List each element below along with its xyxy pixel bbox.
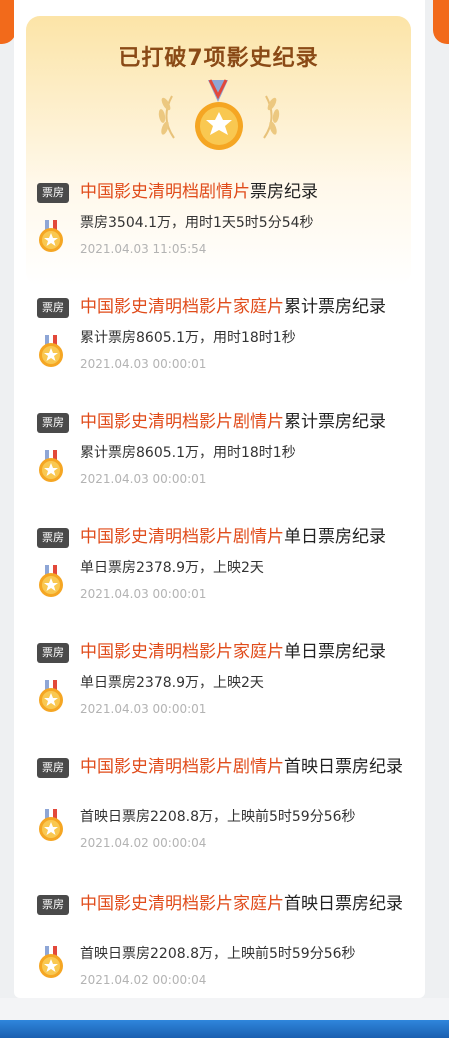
records-card: 已打破7项影史纪录 票房 中国影史清明档剧情片票房纪录 票房3504.1万，用时… [14,0,425,998]
record-time: 2021.04.02 00:00:04 [80,973,207,987]
record-detail: 首映日票房2208.8万，上映前5时59分56秒 [80,946,356,962]
record-time: 2021.04.03 00:00:01 [80,472,207,486]
box-office-tag: 票房 [37,895,69,915]
record-time: 2021.04.03 11:05:54 [80,242,207,256]
record-detail: 累计票房8605.1万，用时18时1秒 [80,330,296,346]
gold-medal-icon [38,809,64,843]
record-time: 2021.04.03 00:00:01 [80,702,207,716]
box-office-tag: 票房 [37,298,69,318]
record-title: 中国影史清明档影片家庭片单日票房纪录 [80,642,386,662]
record-detail: 票房3504.1万，用时1天5时5分54秒 [80,215,314,231]
box-office-tag: 票房 [37,528,69,548]
banner-title: 已打破7项影史纪录 [118,46,319,71]
box-office-tag: 票房 [37,413,69,433]
page-bottom-gap [0,998,449,1020]
record-title: 中国影史清明档影片家庭片首映日票房纪录 [80,894,403,914]
record-title: 中国影史清明档影片剧情片累计票房纪录 [80,412,386,432]
gold-medal-icon [38,946,64,980]
box-office-tag: 票房 [37,758,69,778]
record-title: 中国影史清明档影片家庭片累计票房纪录 [80,297,386,317]
gold-medal-icon [38,565,64,599]
gold-medal-icon [38,450,64,484]
taskbar-strip [0,1020,449,1038]
box-office-tag: 票房 [37,643,69,663]
gold-medal-icon [38,680,64,714]
record-detail: 累计票房8605.1万，用时18时1秒 [80,445,296,461]
header-accent-right [433,0,449,44]
box-office-tag: 票房 [37,183,69,203]
record-detail: 单日票房2378.9万，上映2天 [80,560,264,576]
record-title: 中国影史清明档影片剧情片单日票房纪录 [80,527,386,547]
gold-medal-icon [38,220,64,254]
gold-medal-icon [38,335,64,369]
record-time: 2021.04.02 00:00:04 [80,836,207,850]
laurel-medal-icon [138,76,298,158]
record-detail: 单日票房2378.9万，上映2天 [80,675,264,691]
record-title: 中国影史清明档剧情片票房纪录 [80,182,318,202]
record-time: 2021.04.03 00:00:01 [80,357,207,371]
record-title: 中国影史清明档影片剧情片首映日票房纪录 [80,757,403,777]
record-time: 2021.04.03 00:00:01 [80,587,207,601]
record-detail: 首映日票房2208.8万，上映前5时59分56秒 [80,809,356,825]
